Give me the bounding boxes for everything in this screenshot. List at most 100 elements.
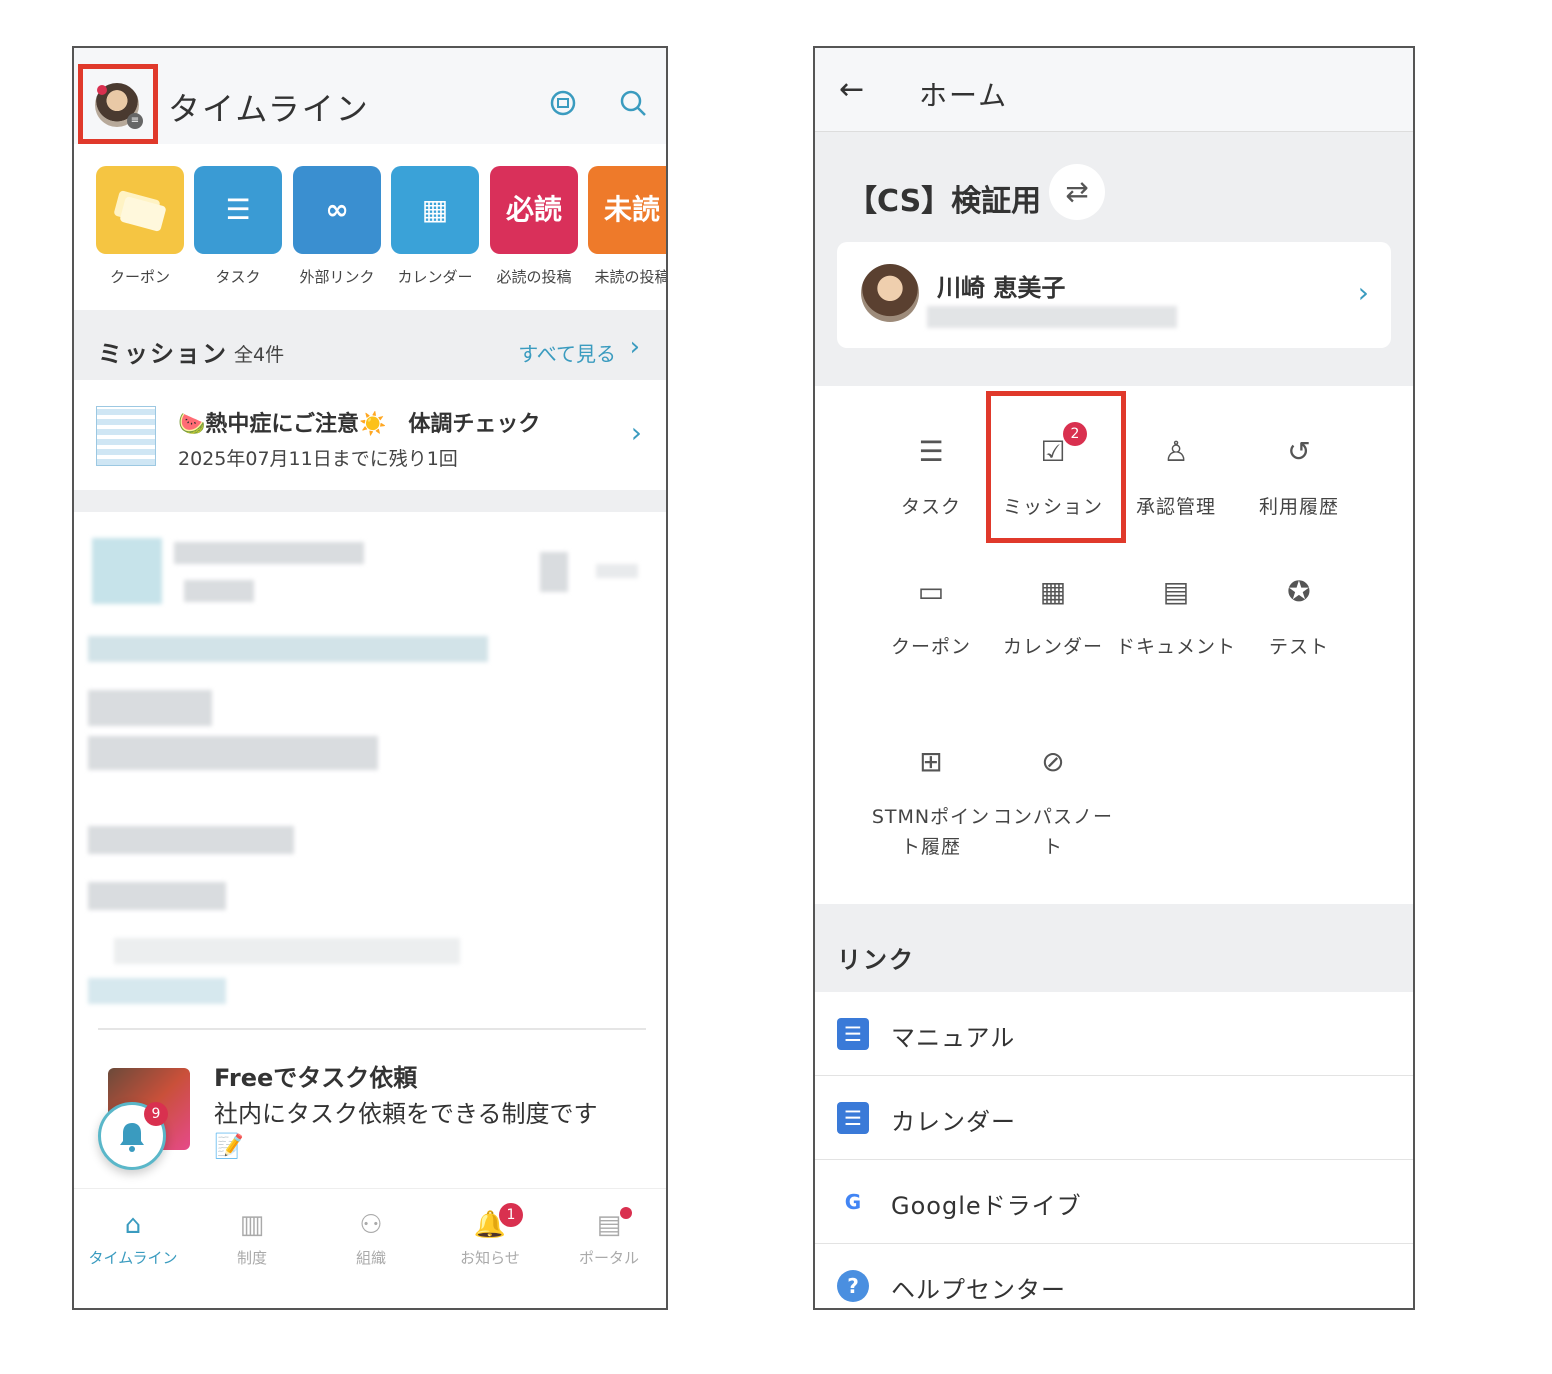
post-title[interactable]: Freeでタスク依頼 bbox=[214, 1058, 417, 1093]
shortcut-coupon[interactable]: クーポン bbox=[96, 166, 184, 287]
chevron-right-icon: › bbox=[1357, 276, 1369, 309]
menu-item-task[interactable]: ☰ タスク bbox=[869, 430, 993, 522]
link-help-center[interactable]: ? ヘルプセンター bbox=[815, 1244, 1413, 1308]
switch-organization-icon[interactable]: ⇄ bbox=[1049, 164, 1105, 220]
nav-portal[interactable]: ▤ ポータル bbox=[554, 1207, 664, 1268]
coupon-icon: ▭ bbox=[917, 575, 945, 608]
checklist-icon: ☰ bbox=[194, 166, 282, 254]
redacted-text bbox=[184, 580, 254, 602]
menu-icon: ≡ bbox=[127, 113, 143, 129]
redacted-text bbox=[114, 938, 460, 964]
chevron-right-icon[interactable]: › bbox=[630, 332, 640, 362]
award-icon: ✪ bbox=[1287, 575, 1311, 608]
chevron-right-icon: › bbox=[630, 416, 642, 449]
redacted-text bbox=[88, 690, 212, 726]
mission-title: ミッション bbox=[98, 340, 228, 368]
see-all-link[interactable]: すべて見る bbox=[518, 338, 616, 367]
avatar-button[interactable]: ≡ bbox=[78, 64, 158, 144]
nav-organization[interactable]: ⚇ 組織 bbox=[316, 1209, 426, 1268]
menu-item-approval[interactable]: ♙ 承認管理 bbox=[1114, 430, 1238, 522]
search-icon[interactable] bbox=[618, 88, 648, 118]
mission-count: 全4件 bbox=[234, 344, 285, 366]
home-icon: ⌂ bbox=[124, 1210, 142, 1240]
calendar-icon: ▦ bbox=[1039, 575, 1067, 608]
avatar bbox=[861, 264, 919, 322]
form-icon: ☰ bbox=[837, 1018, 869, 1050]
links-section-header: リンク bbox=[815, 904, 1413, 992]
history-icon: ↺ bbox=[1287, 435, 1311, 468]
menu-item-coupon[interactable]: ▭ クーポン bbox=[869, 570, 993, 662]
post-description: 社内にタスク依頼をできる制度です bbox=[214, 1100, 598, 1128]
shortcut-unread[interactable]: 未読 未読の投稿 bbox=[588, 166, 666, 287]
shortcut-row: クーポン ☰ タスク ∞ 外部リンク ▦ カレンダー 必読 必読の投稿 未読 未… bbox=[96, 166, 666, 296]
mission-item-deadline: 2025年07月11日までに残り1回 bbox=[178, 448, 458, 470]
redacted-text bbox=[88, 636, 488, 662]
shortcut-external-link[interactable]: ∞ 外部リンク bbox=[293, 166, 381, 287]
mission-item-title: 🍉熱中症にご注意☀️ 体調チェック bbox=[178, 412, 541, 437]
notification-badge: 9 bbox=[144, 1102, 168, 1126]
redacted-text bbox=[540, 552, 568, 592]
organization-name: 【CS】検証用 bbox=[847, 184, 1042, 219]
menu-item-stmn-points[interactable]: ⊞ STMNポイント履歴 bbox=[869, 740, 993, 862]
mission-item[interactable]: 🍉熱中症にご注意☀️ 体調チェック 2025年07月11日までに残り1回 › bbox=[74, 380, 666, 490]
home-header: ← ホーム bbox=[815, 48, 1413, 132]
chat-icon[interactable] bbox=[548, 88, 578, 118]
compass-icon: ⊘ bbox=[1041, 745, 1065, 778]
menu-item-document[interactable]: ▤ ドキュメント bbox=[1114, 570, 1238, 662]
link-icon: ∞ bbox=[293, 166, 381, 254]
portal-icon: ▤ bbox=[596, 1210, 622, 1240]
document-icon: ▤ bbox=[1162, 575, 1190, 608]
links-title: リンク bbox=[837, 946, 915, 974]
menu-item-test[interactable]: ✪ テスト bbox=[1237, 570, 1361, 662]
back-arrow-icon[interactable]: ← bbox=[839, 72, 864, 107]
link-google-drive[interactable]: G Googleドライブ bbox=[815, 1160, 1413, 1244]
timeline-screen: ≡ タイムライン クーポン ☰ タスク ∞ 外部リンク ▦ カレンダー 必読 必… bbox=[72, 46, 668, 1310]
home-screen: ← ホーム 【CS】検証用 ⇄ 川崎 恵美子 › ☰ タスク ☑ 2 ミッション… bbox=[813, 46, 1415, 1310]
nav-timeline[interactable]: ⌂ タイムライン bbox=[78, 1209, 188, 1268]
shortcut-must-read[interactable]: 必読 必読の投稿 bbox=[490, 166, 578, 287]
notification-dot bbox=[97, 85, 107, 95]
gift-icon: ⊞ bbox=[919, 745, 943, 778]
profile-card[interactable]: 川崎 恵美子 › bbox=[837, 242, 1391, 348]
bottom-nav: ⌂ タイムライン ▥ 制度 ⚇ 組織 🔔 お知らせ 1 ▤ ポータル bbox=[74, 1188, 666, 1308]
notification-badge: 1 bbox=[499, 1203, 523, 1227]
link-manual[interactable]: ☰ マニュアル bbox=[815, 992, 1413, 1076]
unread-dot bbox=[620, 1207, 632, 1219]
redacted-text bbox=[88, 978, 226, 1004]
timeline-header: ≡ タイムライン bbox=[74, 48, 666, 144]
divider bbox=[98, 1028, 646, 1030]
mission-section-header: ミッション 全4件 すべて見る › bbox=[74, 310, 666, 380]
nav-system[interactable]: ▥ 制度 bbox=[197, 1209, 307, 1268]
calendar-icon: ▦ bbox=[391, 166, 479, 254]
menu-item-calendar[interactable]: ▦ カレンダー bbox=[991, 570, 1115, 662]
highlight-box bbox=[986, 391, 1126, 543]
org-section: 【CS】検証用 ⇄ 川崎 恵美子 › bbox=[815, 132, 1413, 386]
redacted-text bbox=[174, 542, 364, 564]
form-icon: ☰ bbox=[837, 1102, 869, 1134]
menu-item-history[interactable]: ↺ 利用履歴 bbox=[1237, 430, 1361, 522]
section-divider bbox=[74, 490, 666, 512]
stamp-icon: ♙ bbox=[1163, 435, 1189, 468]
redacted-text bbox=[88, 826, 294, 854]
bell-icon: 🔔 bbox=[473, 1210, 507, 1240]
bell-icon bbox=[120, 1123, 144, 1152]
memo-emoji: 📝 bbox=[214, 1132, 244, 1160]
menu-item-compass-note[interactable]: ⊘ コンパスノート bbox=[991, 740, 1115, 862]
google-icon: G bbox=[837, 1186, 869, 1218]
book-icon: ▥ bbox=[239, 1210, 265, 1240]
redacted-text bbox=[596, 564, 638, 578]
redacted-text bbox=[88, 736, 378, 770]
nav-notifications[interactable]: 🔔 お知らせ 1 bbox=[435, 1203, 545, 1268]
page-title: タイムライン bbox=[168, 90, 370, 128]
shortcut-calendar[interactable]: ▦ カレンダー bbox=[391, 166, 479, 287]
link-calendar[interactable]: ☰ カレンダー bbox=[815, 1076, 1413, 1160]
ticket-icon bbox=[96, 166, 184, 254]
help-icon: ? bbox=[837, 1270, 869, 1302]
mission-thumbnail bbox=[96, 406, 156, 466]
shortcut-task[interactable]: ☰ タスク bbox=[194, 166, 282, 287]
page-title: ホーム bbox=[919, 79, 1009, 112]
checklist-icon: ☰ bbox=[918, 435, 944, 468]
redacted-text bbox=[927, 306, 1177, 328]
redacted-avatar bbox=[92, 538, 162, 604]
profile-name: 川崎 恵美子 bbox=[937, 274, 1066, 302]
